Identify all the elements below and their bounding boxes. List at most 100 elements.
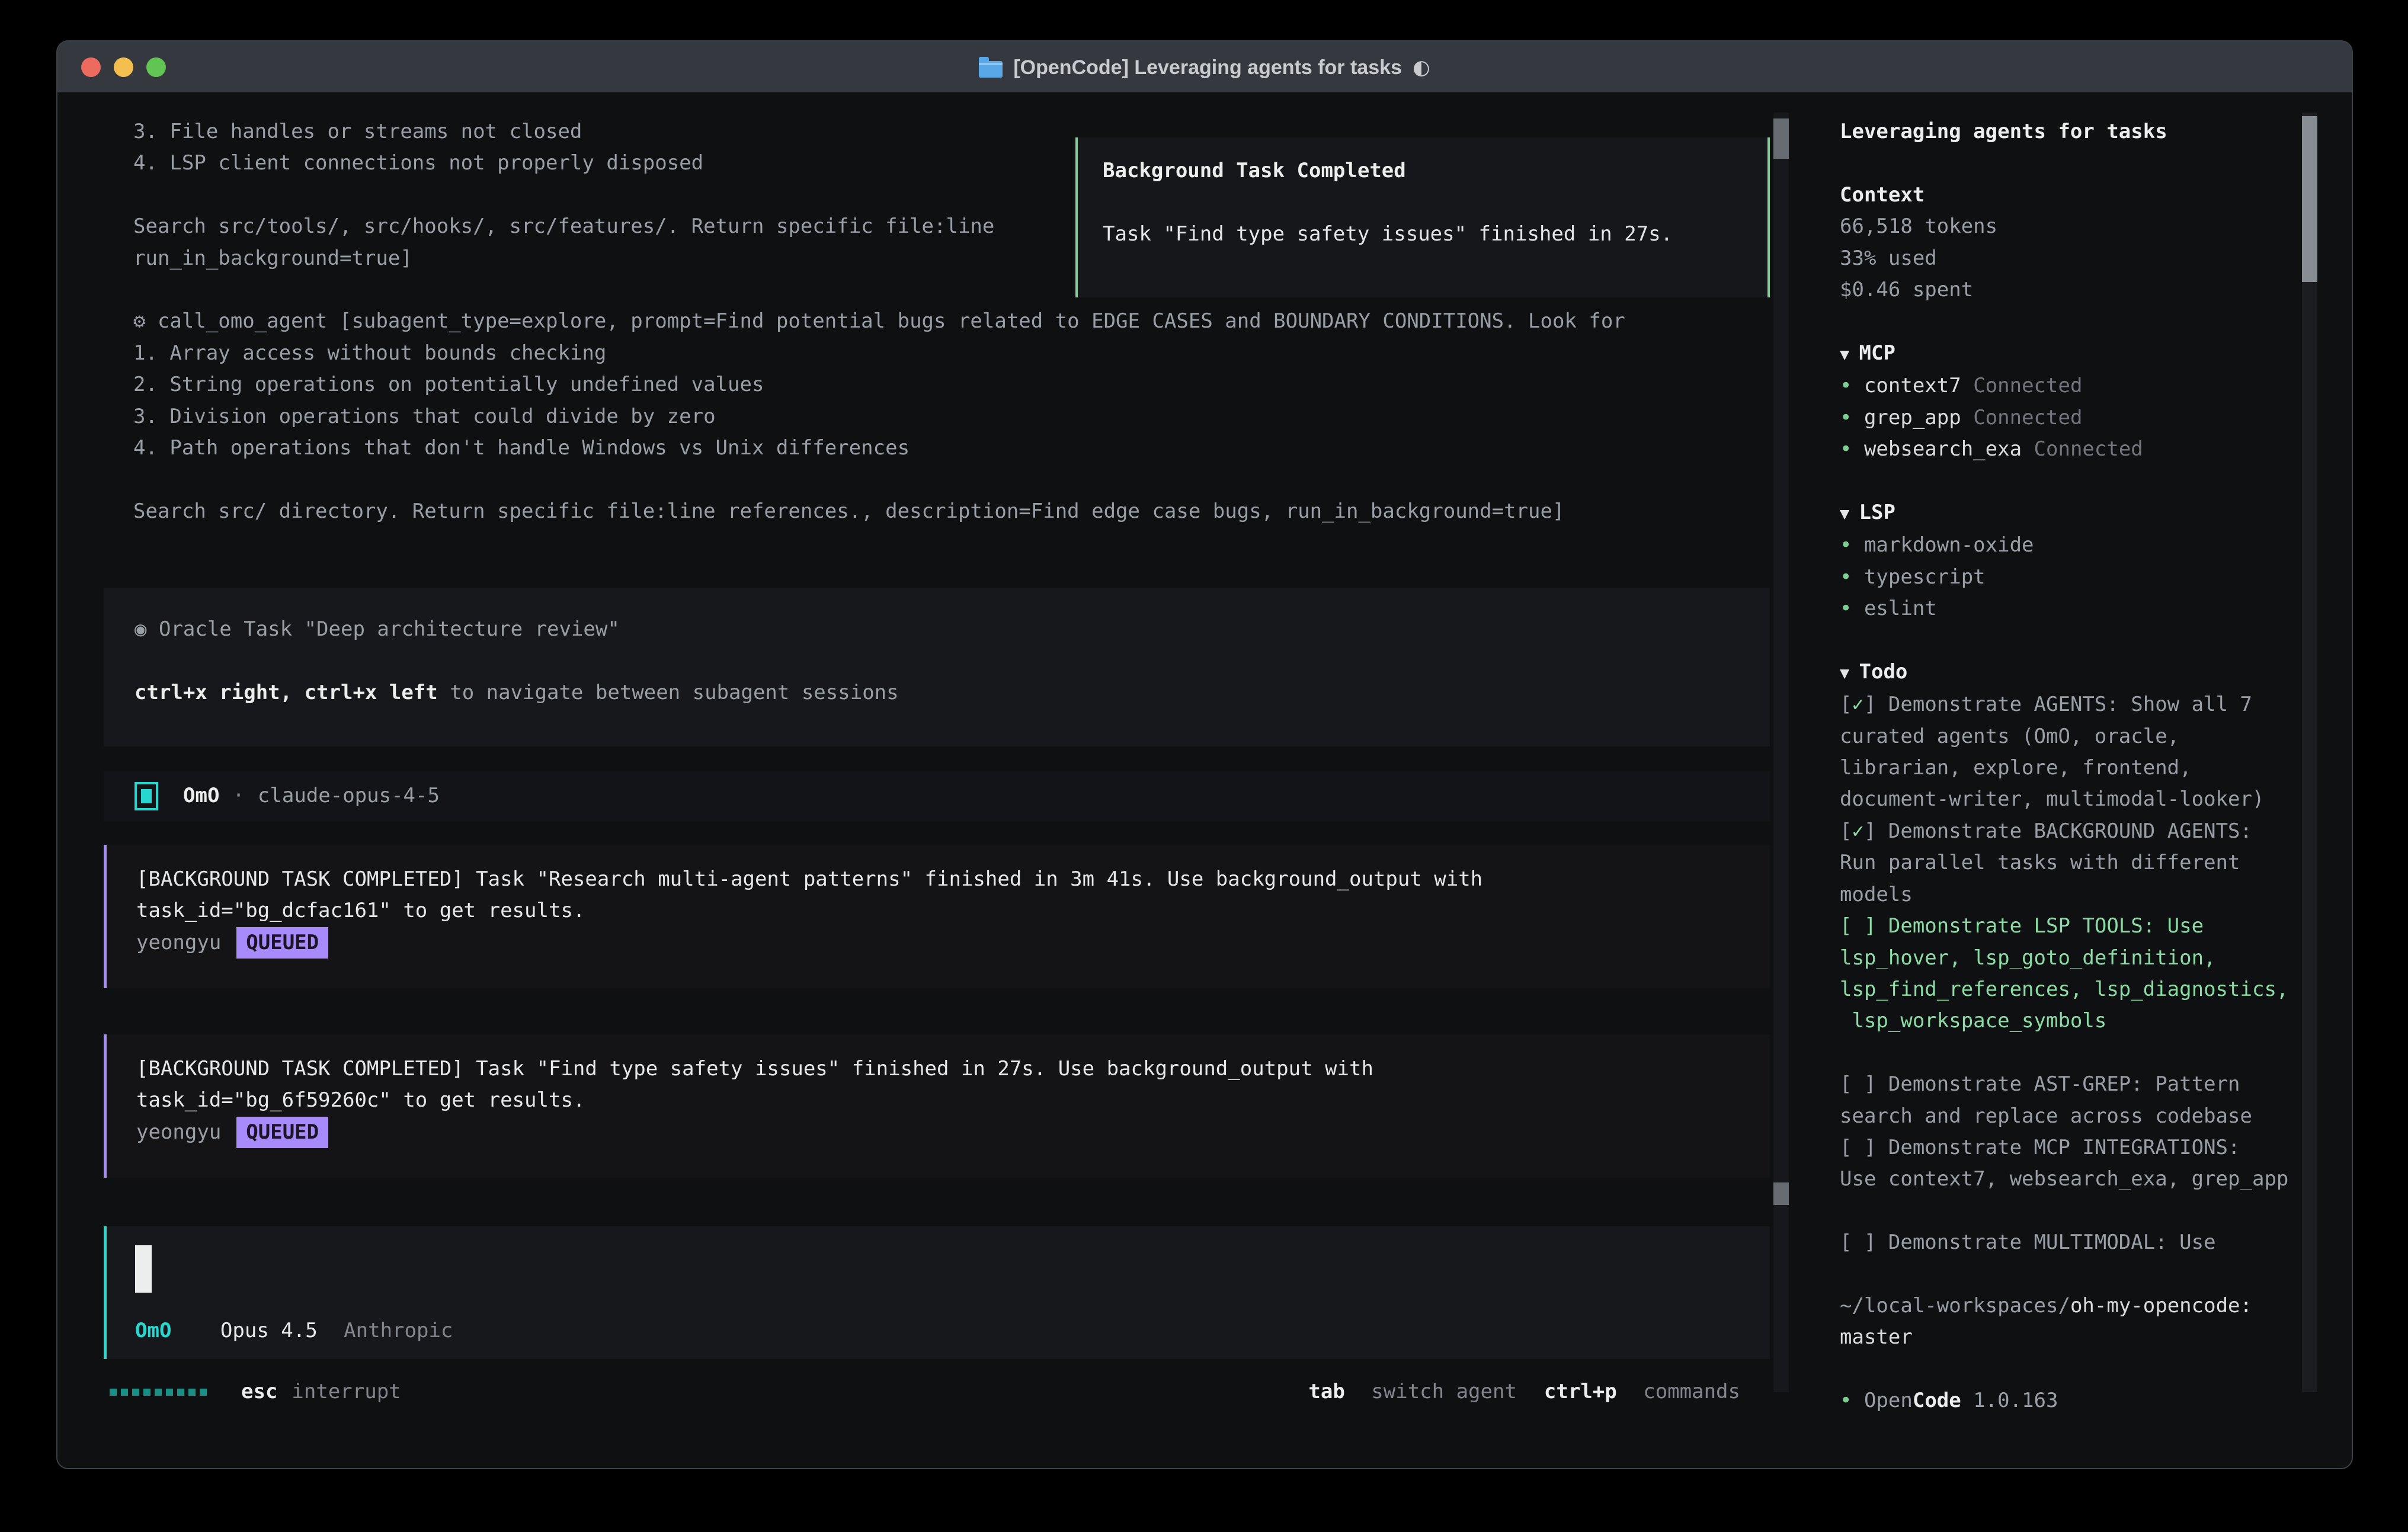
sidebar-line: 33% used <box>1840 243 2287 274</box>
sidebar-line: 66,518 tokens <box>1840 211 2287 242</box>
sidebar-line: • websearch_exa Connected <box>1840 434 2287 465</box>
spinner-dot <box>121 1389 128 1396</box>
sidebar-line <box>1840 624 2287 656</box>
window-title: [OpenCode] Leveraging agents for tasks <box>1013 56 1402 79</box>
ctrlp-key-label: commands <box>1643 1380 1740 1403</box>
sidebar-line: $0.46 spent <box>1840 274 2287 306</box>
sidebar-line <box>1840 148 2287 179</box>
sidebar-line: ▼ Todo <box>1840 656 2287 689</box>
task-message-line2: task_id="bg_6f59260c" to get results. <box>136 1085 1770 1116</box>
toast-body: Task "Find type safety issues" finished … <box>1103 219 1767 250</box>
sidebar-line: [ ] Demonstrate MULTIMODAL: Use <box>1840 1227 2287 1258</box>
sidebar-line: [ ] Demonstrate MCP INTEGRATIONS: <box>1840 1132 2287 1164</box>
sidebar-line: • grep_app Connected <box>1840 402 2287 434</box>
text-cursor <box>135 1245 152 1293</box>
sidebar-line: lsp_find_references, lsp_diagnostics, <box>1840 974 2287 1005</box>
sidebar-line: search and replace across codebase <box>1840 1101 2287 1132</box>
scrollbar-thumb[interactable] <box>2302 116 2317 282</box>
scrollbar-thumb[interactable] <box>1773 118 1789 159</box>
sidebar-line <box>1840 1259 2287 1290</box>
sidebar-line: • typescript <box>1840 562 2287 593</box>
scrollbar-thumb[interactable] <box>1773 1182 1789 1205</box>
sidebar-line: master <box>1840 1322 2287 1353</box>
esc-key-label: interrupt <box>292 1376 401 1408</box>
status-bar: esc interrupt tab switch agent ctrl+p co… <box>110 1376 1770 1409</box>
status-badge: QUEUED <box>236 1117 328 1148</box>
spinner-dot <box>132 1389 139 1396</box>
sidebar-scrollbar[interactable] <box>2302 113 2317 1392</box>
folder-icon <box>979 61 1003 78</box>
spinner-dot <box>200 1389 207 1396</box>
spinner-dot <box>110 1389 117 1396</box>
status-badge: QUEUED <box>236 927 328 959</box>
spinner-dot <box>188 1389 196 1396</box>
sidebar-line <box>1840 1354 2287 1385</box>
oracle-bullet-icon: ◉ <box>135 617 146 641</box>
sidebar-line <box>1840 1037 2287 1069</box>
sidebar-line: lsp_hover, lsp_goto_definition, <box>1840 943 2287 974</box>
subagent-nav-keys: ctrl+x right, ctrl+x left <box>135 681 438 704</box>
task-message-line1: [BACKGROUND TASK COMPLETED] Task "Find t… <box>136 1053 1770 1085</box>
sidebar-line: ▼ MCP <box>1840 338 2287 370</box>
ctrlp-key-hint: ctrl+p <box>1544 1380 1617 1403</box>
input-provider-name: Anthropic <box>344 1319 453 1342</box>
task-user: yeongyu <box>136 1120 221 1144</box>
window-titlebar[interactable]: [OpenCode] Leveraging agents for tasks ◐ <box>57 41 2352 94</box>
subagent-nav-hint: to navigate between subagent sessions <box>438 681 899 704</box>
agent-icon <box>135 782 158 810</box>
tab-key-label: switch agent <box>1371 1380 1517 1403</box>
spinner-dot <box>143 1389 150 1396</box>
spinner-dot <box>155 1389 162 1396</box>
sidebar-line: models <box>1840 879 2287 911</box>
task-message-line2: task_id="bg_dcfac161" to get results. <box>136 895 1770 927</box>
agent-name: OmO <box>183 780 219 812</box>
task-message-line1: [BACKGROUND TASK COMPLETED] Task "Resear… <box>136 864 1770 895</box>
background-task-toast: Background Task Completed Task "Find typ… <box>1075 137 1770 297</box>
input-model-name: Opus 4.5 <box>220 1319 318 1342</box>
sidebar-line <box>1840 306 2287 337</box>
sidebar-line: [✓] Demonstrate AGENTS: Show all 7 <box>1840 689 2287 720</box>
sidebar-line: document-writer, multimodal-looker) <box>1840 784 2287 815</box>
esc-key-hint: esc <box>241 1376 277 1408</box>
sidebar-line: librarian, explore, frontend, <box>1840 752 2287 784</box>
task-completed-block: [BACKGROUND TASK COMPLETED] Task "Find t… <box>104 1034 1770 1178</box>
sidebar-line: lsp_workspace_symbols <box>1840 1005 2287 1037</box>
sidebar-line: ▼ LSP <box>1840 497 2287 530</box>
half-circle-icon: ◐ <box>1413 56 1430 79</box>
spinner-dot <box>166 1389 173 1396</box>
spinner-dot <box>177 1389 184 1396</box>
sidebar-line: Run parallel tasks with different <box>1840 847 2287 879</box>
agent-session-header[interactable]: OmO · claude-opus-4-5 <box>104 771 1770 821</box>
app-window: [OpenCode] Leveraging agents for tasks ◐… <box>56 40 2353 1469</box>
main-terminal: 3. File handles or streams not closed 4.… <box>57 95 1799 1468</box>
oracle-task-label: Oracle Task "Deep architecture review" <box>146 617 619 641</box>
sidebar-lines: Leveraging agents for tasks Context66,518… <box>1840 116 2287 1417</box>
sidebar-line <box>1840 465 2287 496</box>
sidebar-line: • context7 Connected <box>1840 370 2287 402</box>
oracle-task-box: ◉ Oracle Task "Deep architecture review"… <box>104 588 1770 746</box>
input-agent-name: OmO <box>135 1319 171 1342</box>
agent-model: claude-opus-4-5 <box>258 780 440 812</box>
main-scrollbar[interactable] <box>1773 113 1789 1392</box>
sidebar-line: [ ] Demonstrate LSP TOOLS: Use <box>1840 911 2287 942</box>
sidebar-line: curated agents (OmO, oracle, <box>1840 721 2287 752</box>
sidebar-line: ~/local-workspaces/oh-my-opencode: <box>1840 1290 2287 1322</box>
toast-title: Background Task Completed <box>1103 155 1767 187</box>
agent-separator: · <box>232 780 244 812</box>
spinner-dots <box>110 1389 207 1396</box>
app-content: 3. File handles or streams not closed 4.… <box>57 95 2352 1468</box>
sidebar-line <box>1840 1196 2287 1227</box>
task-user: yeongyu <box>136 931 221 954</box>
sidebar-line: Use context7, websearch_exa, grep_app <box>1840 1164 2287 1195</box>
tab-key-hint: tab <box>1308 1380 1344 1403</box>
sidebar-line: • markdown-oxide <box>1840 530 2287 561</box>
task-completed-block: [BACKGROUND TASK COMPLETED] Task "Resear… <box>104 845 1770 988</box>
sidebar-line: Context <box>1840 180 2287 211</box>
prompt-input[interactable]: OmO Opus 4.5 Anthropic <box>104 1226 1770 1359</box>
sidebar-line: • OpenCode 1.0.163 <box>1840 1385 2287 1416</box>
sidebar-line: [ ] Demonstrate AST-GREP: Pattern <box>1840 1069 2287 1100</box>
sidebar-line: [✓] Demonstrate BACKGROUND AGENTS: <box>1840 816 2287 847</box>
sidebar-line: Leveraging agents for tasks <box>1840 116 2287 148</box>
sidebar: Leveraging agents for tasks Context66,518… <box>1799 95 2352 1468</box>
sidebar-line: • eslint <box>1840 593 2287 624</box>
